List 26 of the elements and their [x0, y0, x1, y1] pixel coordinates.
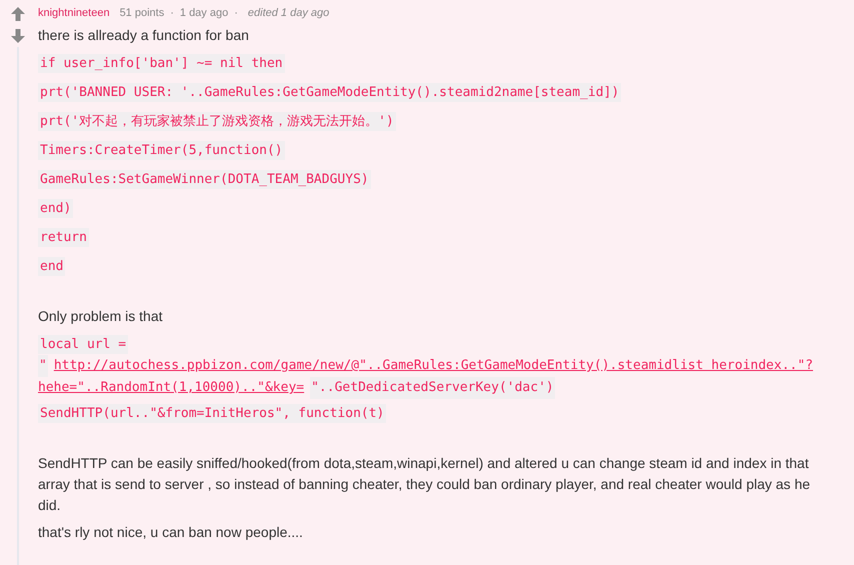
inline-code: "..GetDedicatedServerKey('dac'): [310, 377, 555, 399]
inline-code: local url =: [38, 334, 128, 354]
comment-text: that's rly not nice, u can ban now people....: [38, 523, 304, 542]
points-count: 51 points: [120, 6, 164, 21]
inline-code: GameRules:SetGameWinner(DOTA_TEAM_BADGUYS): [38, 170, 371, 190]
downvote-arrow-icon[interactable]: [11, 29, 25, 43]
separator-dot: ·: [234, 6, 238, 21]
code-link[interactable]: hehe="..RandomInt(1,10000).."&key=: [38, 377, 304, 399]
separator-dot: ·: [170, 6, 174, 21]
inline-code: return: [38, 228, 89, 248]
comment-text: there is allready a function for ban: [38, 26, 250, 45]
inline-code: ": [38, 355, 48, 377]
inline-code: if user_info['ban'] ~= nil then: [38, 54, 285, 74]
upvote-arrow-icon[interactable]: [11, 7, 25, 21]
inline-code: end: [38, 256, 66, 276]
comment-text: Only problem is that: [38, 307, 164, 326]
inline-code: Timers:CreateTimer(5,function(): [38, 140, 285, 160]
timestamp: 1 day ago: [180, 6, 228, 21]
inline-code: SendHTTP(url.."&from=InitHeros", function(t): [38, 404, 386, 424]
inline-code: end): [38, 198, 74, 218]
username-link[interactable]: knightnineteen: [38, 4, 110, 22]
inline-code: prt('BANNED USER: '..GameRules:GetGameModeEntity().steamid2name[steam_id]): [38, 82, 622, 102]
inline-code: prt('对不起，有玩家被禁止了游戏资格，游戏无法开始。'): [38, 112, 396, 132]
comment-text: SendHTTP can be easily sniffed/hooked(from dota,steam,winapi,kernel) and altered u can change steam id and index in that array that is send to server , so instead of banning cheater, they could ban ordinary player, and real cheater would play as he did.: [38, 454, 812, 515]
edited-timestamp: edited 1 day ago: [248, 6, 330, 21]
code-link[interactable]: http://autochess.ppbizon.com/game/new/@"..GameRules:GetGameModeEntity().steamidlist heroindex.."?: [54, 355, 814, 377]
